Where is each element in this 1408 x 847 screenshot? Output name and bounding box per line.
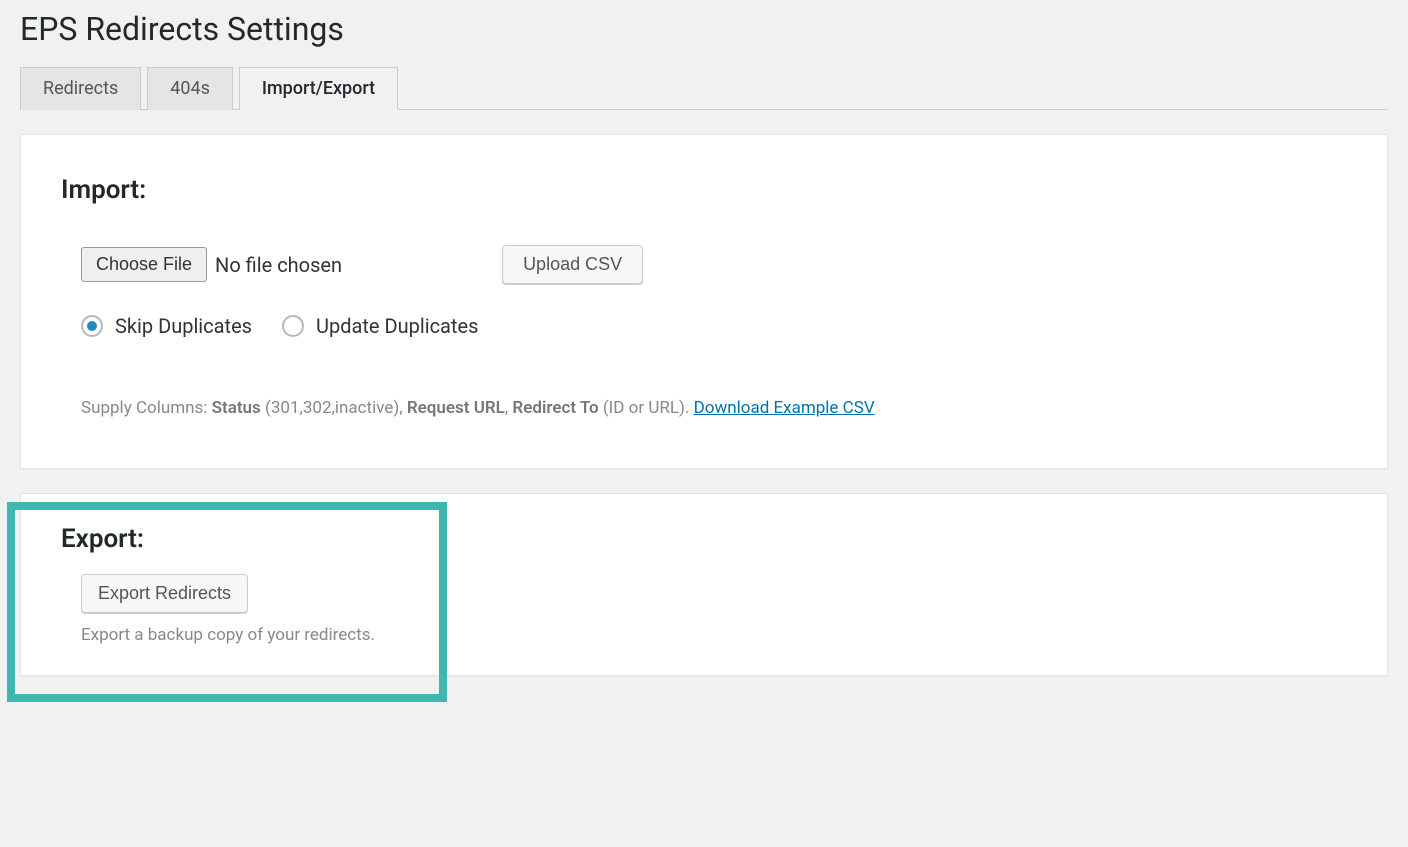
tab-import-export[interactable]: Import/Export xyxy=(239,67,398,110)
radio-circle-icon xyxy=(282,315,304,337)
update-duplicates-radio[interactable]: Update Duplicates xyxy=(282,314,478,338)
no-file-text: No file chosen xyxy=(215,253,342,277)
hint-text: Supply Columns: Status (301,302,inactive… xyxy=(81,398,1347,418)
hint-redirect-label: Redirect To xyxy=(512,398,598,418)
hint-status-label: Status xyxy=(212,398,261,418)
tab-404s[interactable]: 404s xyxy=(147,67,233,110)
choose-file-button[interactable]: Choose File xyxy=(81,247,207,282)
export-panel: Export: Export Redirects Export a backup… xyxy=(20,493,1388,676)
export-description: Export a backup copy of your redirects. xyxy=(81,625,1347,645)
page-title: EPS Redirects Settings xyxy=(20,10,1388,48)
skip-duplicates-label: Skip Duplicates xyxy=(115,314,252,338)
import-heading: Import: xyxy=(61,175,1347,205)
download-example-link[interactable]: Download Example CSV xyxy=(694,398,875,418)
export-redirects-button[interactable]: Export Redirects xyxy=(81,574,248,613)
skip-duplicates-radio[interactable]: Skip Duplicates xyxy=(81,314,252,338)
hint-status-values: (301,302,inactive), xyxy=(261,398,407,418)
upload-csv-button[interactable]: Upload CSV xyxy=(502,245,643,284)
hint-redirect-values: (ID or URL). xyxy=(599,398,694,418)
file-row: Choose File No file chosen Upload CSV xyxy=(81,245,1347,284)
tabs-container: Redirects 404s Import/Export xyxy=(20,66,1388,110)
hint-request-label: Request URL xyxy=(407,398,505,418)
update-duplicates-label: Update Duplicates xyxy=(316,314,478,338)
tab-redirects[interactable]: Redirects xyxy=(20,67,141,110)
export-heading: Export: xyxy=(61,524,1347,554)
hint-prefix: Supply Columns: xyxy=(81,398,212,418)
radio-circle-icon xyxy=(81,315,103,337)
import-panel: Import: Choose File No file chosen Uploa… xyxy=(20,134,1388,469)
radio-row: Skip Duplicates Update Duplicates xyxy=(81,314,1347,338)
